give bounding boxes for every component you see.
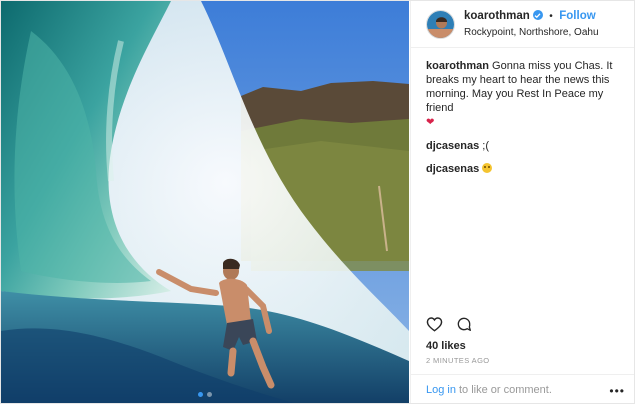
avatar-image	[427, 10, 454, 38]
comments-section: koarothman Gonna miss you Chas. It break…	[411, 48, 634, 176]
surfer-photo-illustration	[1, 1, 409, 403]
login-prompt-text: to like or comment.	[458, 384, 552, 396]
caption-username[interactable]: koarothman	[426, 60, 489, 72]
carousel-dot-1[interactable]	[198, 392, 203, 397]
location-link[interactable]: Rockypoint, Northshore, Oahu	[464, 26, 599, 40]
likes-count[interactable]: 40 likes	[426, 340, 466, 352]
more-options-icon[interactable]: •••	[609, 384, 625, 398]
post-timestamp[interactable]: 2 MINUTES AGO	[426, 356, 490, 365]
follow-button[interactable]: Follow	[559, 10, 595, 22]
instagram-post-embed: koarothman • Follow Rockypoint, Northsho…	[0, 0, 635, 404]
comment-item: djcasenas	[426, 162, 622, 176]
post-header: koarothman • Follow Rockypoint, Northsho…	[411, 1, 634, 48]
heart-outline-icon[interactable]	[426, 316, 443, 337]
comment-text: ;(	[482, 140, 489, 152]
comment-item: djcasenas ;(	[426, 139, 622, 153]
heart-emoji-icon: ❤	[426, 117, 435, 128]
login-link[interactable]: Log in	[426, 384, 456, 396]
comment-username[interactable]: djcasenas	[426, 163, 479, 175]
sad-face-emoji-icon	[482, 163, 493, 173]
avatar[interactable]	[426, 9, 455, 39]
login-footer: Log in to like or comment. •••	[411, 374, 634, 403]
action-bar	[426, 316, 472, 337]
verified-badge-icon	[532, 10, 543, 20]
carousel-indicator	[1, 392, 409, 397]
dot-separator: •	[549, 11, 553, 22]
speech-bubble-icon[interactable]	[456, 316, 472, 337]
post-side-panel: koarothman • Follow Rockypoint, Northsho…	[410, 1, 634, 403]
carousel-dot-2[interactable]	[207, 392, 212, 397]
username-link[interactable]: koarothman	[464, 10, 530, 22]
comment-username[interactable]: djcasenas	[426, 140, 479, 152]
caption: koarothman Gonna miss you Chas. It break…	[426, 59, 622, 130]
post-photo[interactable]	[1, 1, 409, 403]
